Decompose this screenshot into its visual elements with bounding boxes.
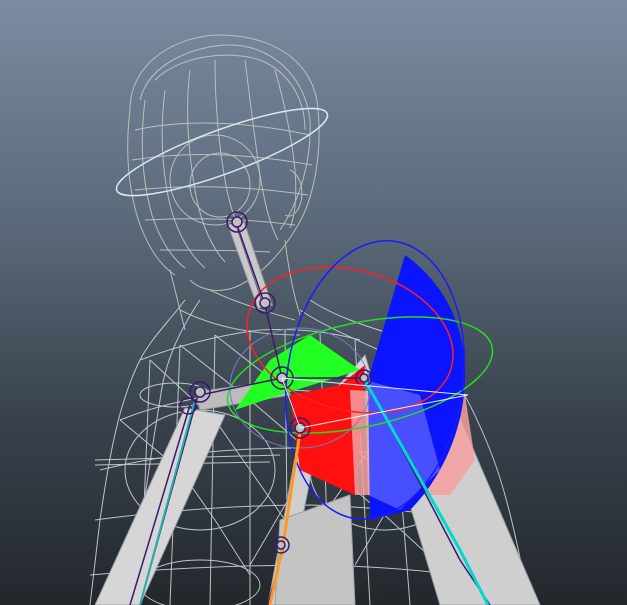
head-control-ring[interactable] [109,93,335,211]
head-wireframe-mesh [127,34,320,336]
3d-viewport[interactable] [0,0,627,605]
scene-canvas[interactable] [0,0,627,605]
